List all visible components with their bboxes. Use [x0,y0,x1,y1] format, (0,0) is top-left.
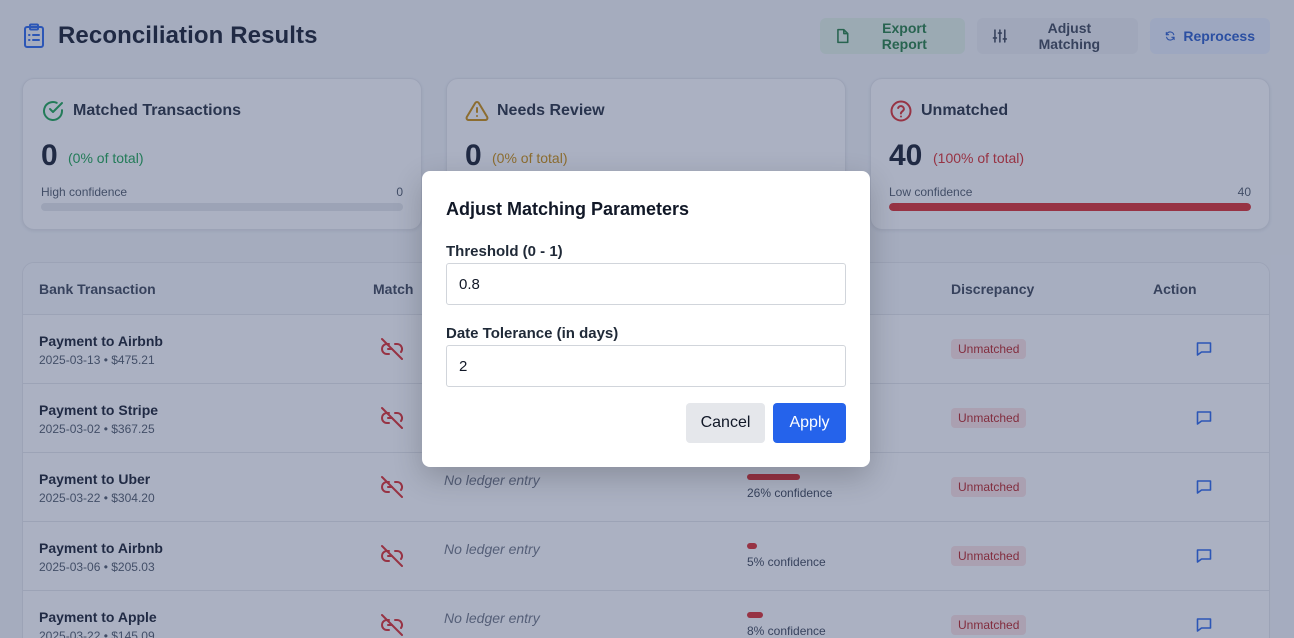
threshold-input[interactable] [446,263,846,305]
adjust-matching-dialog: Adjust Matching Parameters Threshold (0 … [422,171,870,467]
dialog-title: Adjust Matching Parameters [446,199,690,219]
cancel-button[interactable]: Cancel [686,403,765,443]
threshold-label: Threshold (0 - 1) [446,243,563,260]
apply-button[interactable]: Apply [773,403,846,443]
date-tolerance-input[interactable] [446,345,846,387]
date-tolerance-label: Date Tolerance (in days) [446,325,619,342]
